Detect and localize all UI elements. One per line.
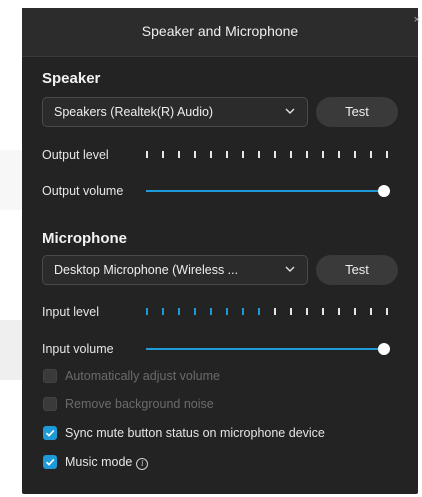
input-level-tick [290, 308, 292, 315]
auto-adjust-volume-label: Automatically adjust volume [65, 369, 220, 383]
output-level-tick [194, 151, 196, 158]
input-level-tick [322, 308, 324, 315]
output-level-label: Output level [42, 148, 109, 162]
remove-background-noise-label: Remove background noise [65, 397, 214, 411]
music-mode-label: Music mode [65, 455, 133, 469]
output-level-tick [146, 151, 148, 158]
input-level-tick [354, 308, 356, 315]
dialog-title: Speaker and Microphone [141, 23, 299, 39]
input-level-tick [194, 308, 196, 315]
input-level-meter [146, 308, 388, 316]
output-level-tick [274, 151, 276, 158]
input-level-tick [338, 308, 340, 315]
input-volume-thumb[interactable] [378, 343, 390, 355]
chevron-down-icon [285, 266, 295, 272]
sync-mute-label: Sync mute button status on microphone de… [65, 426, 325, 440]
input-level-tick [370, 308, 372, 315]
speaker-device-value: Speakers (Realtek(R) Audio) [54, 105, 214, 119]
input-level-tick [386, 308, 388, 315]
output-level-tick [386, 151, 388, 158]
microphone-test-button[interactable]: Test [316, 255, 398, 285]
input-volume-track [146, 348, 384, 350]
output-level-tick [370, 151, 372, 158]
close-icon[interactable]: × [414, 14, 420, 26]
screen: Speaker and Microphone × Speaker Speaker… [0, 0, 422, 497]
output-volume-label: Output volume [42, 184, 124, 198]
speaker-section-title: Speaker [42, 70, 101, 87]
output-level-tick [242, 151, 244, 158]
output-level-tick [178, 151, 180, 158]
output-level-tick [210, 151, 212, 158]
sync-mute-checkbox[interactable] [43, 426, 57, 440]
checkmark-icon [45, 458, 55, 466]
output-level-tick [338, 151, 340, 158]
input-level-tick [146, 308, 148, 315]
audio-settings-dialog: Speaker and Microphone × Speaker Speaker… [22, 8, 420, 494]
title-bar: Speaker and Microphone × [22, 8, 420, 57]
microphone-section-title: Microphone [42, 230, 127, 247]
microphone-device-dropdown[interactable]: Desktop Microphone (Wireless ... [42, 255, 308, 285]
output-level-tick [290, 151, 292, 158]
microphone-device-value: Desktop Microphone (Wireless ... [54, 263, 239, 277]
input-level-tick [226, 308, 228, 315]
output-level-tick [226, 151, 228, 158]
input-volume-label: Input volume [42, 342, 114, 356]
remove-background-noise-checkbox[interactable] [43, 397, 57, 411]
input-level-tick [258, 308, 260, 315]
output-level-meter [146, 151, 388, 159]
output-level-tick [258, 151, 260, 158]
input-level-tick [210, 308, 212, 315]
input-volume-slider[interactable] [146, 343, 390, 355]
speaker-test-button[interactable]: Test [316, 97, 398, 127]
auto-adjust-volume-checkbox[interactable] [43, 369, 57, 383]
info-icon[interactable]: i [136, 458, 149, 470]
input-level-tick [274, 308, 276, 315]
music-mode-label-wrap: Music mode i [65, 455, 149, 470]
output-level-tick [322, 151, 324, 158]
speaker-device-dropdown[interactable]: Speakers (Realtek(R) Audio) [42, 97, 308, 127]
input-level-label: Input level [42, 305, 99, 319]
input-level-tick [162, 308, 164, 315]
output-volume-slider[interactable] [146, 185, 390, 197]
music-mode-checkbox[interactable] [43, 455, 57, 469]
input-level-tick [178, 308, 180, 315]
input-level-tick [242, 308, 244, 315]
output-level-tick [306, 151, 308, 158]
output-level-tick [354, 151, 356, 158]
input-level-tick [306, 308, 308, 315]
output-level-tick [162, 151, 164, 158]
chevron-down-icon [285, 108, 295, 114]
checkmark-icon [45, 429, 55, 437]
output-volume-track [146, 190, 384, 192]
output-volume-thumb[interactable] [378, 185, 390, 197]
